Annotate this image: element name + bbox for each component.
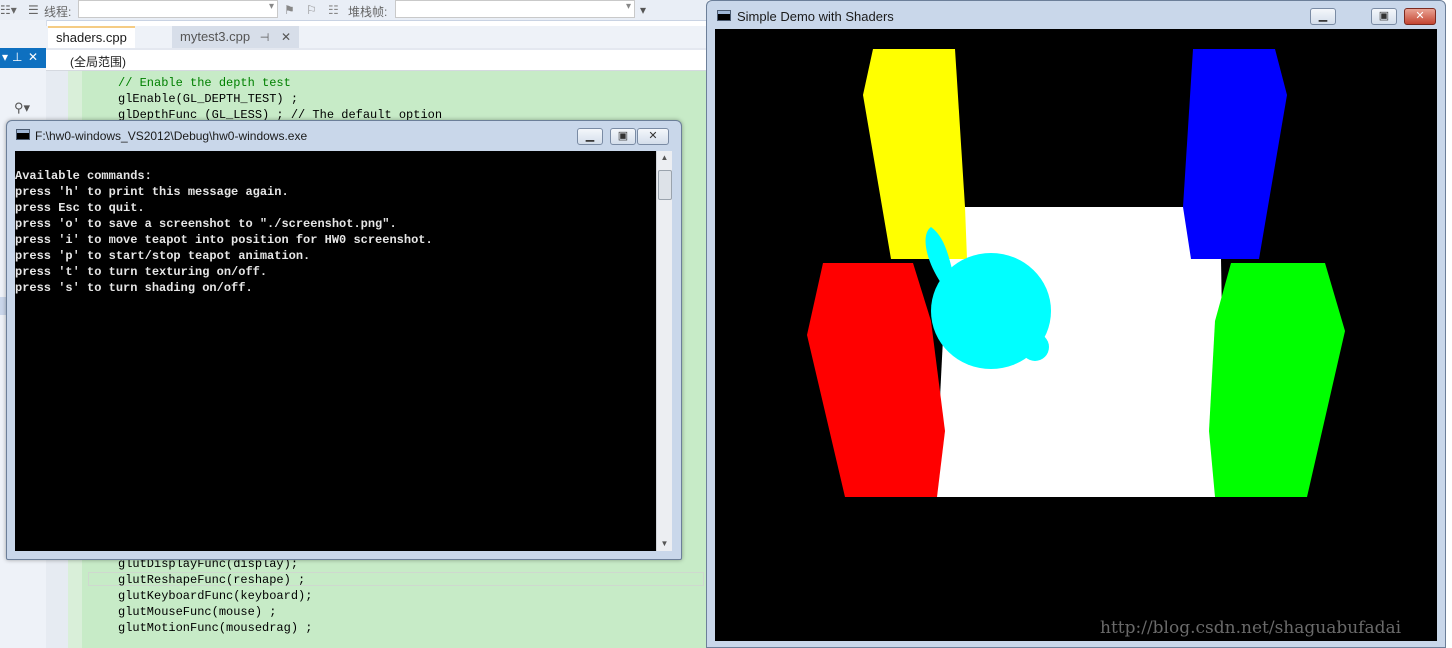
console-line: press 'o' to save a screenshot to "./scr… — [15, 217, 397, 231]
console-line: press Esc to quit. — [15, 201, 145, 215]
thread-icon: ☰ — [28, 3, 39, 17]
close-icon[interactable]: ✕ — [28, 50, 38, 64]
minimize-button[interactable]: ▁ — [577, 128, 603, 145]
close-icon: ✕ — [1415, 10, 1425, 22]
solution-explorer-tab[interactable]: ▾ ⊥ ✕ — [0, 48, 46, 68]
code-line: glutMotionFunc(mousedrag) ; — [118, 621, 313, 635]
close-button[interactable]: ✕ — [637, 128, 669, 145]
stackframe-combo[interactable] — [395, 0, 635, 18]
flag-icon[interactable]: ⚑ — [284, 3, 295, 17]
console-output[interactable]: Available commands: press 'h' to print t… — [15, 151, 656, 551]
minimize-icon: ▁ — [585, 130, 595, 142]
maximize-button[interactable]: ▣ — [610, 128, 636, 145]
scope-dropdown[interactable]: (全局范围) — [46, 50, 708, 71]
close-button[interactable]: ✕ — [1404, 8, 1436, 25]
stackframe-label: 堆栈帧: — [348, 5, 388, 19]
gl-window-title: Simple Demo with Shaders — [737, 9, 894, 24]
code-line: glutMouseFunc(mouse) ; — [118, 605, 277, 619]
scope-label: (全局范围) — [70, 55, 126, 69]
code-line: glutKeyboardFunc(keyboard); — [118, 589, 313, 603]
toolbar-overflow-icon[interactable]: ▾ — [640, 3, 646, 17]
gl-viewport[interactable] — [715, 29, 1437, 641]
gl-scene — [715, 29, 1437, 641]
console-scrollbar[interactable]: ▲ ▼ — [656, 151, 672, 551]
stack-icon: ☷ — [328, 3, 339, 17]
editor-tabs: shaders.cpp mytest3.cpp ⊣ ✕ — [46, 26, 708, 50]
code-line: glEnable(GL_DEPTH_TEST) ; — [118, 92, 299, 106]
watermark: http://blog.csdn.net/shaguabufadai — [1100, 618, 1402, 638]
console-line: press 't' to turn texturing on/off. — [15, 265, 268, 279]
thread-combo[interactable] — [78, 0, 278, 18]
maximize-button[interactable]: ▣ — [1371, 8, 1397, 25]
pin-icon[interactable]: ⊣ — [260, 32, 270, 44]
ide-toolbar: ☷▾ ☰ 线程: ⚑ ⚐ ☷ 堆栈帧: ▾ — [0, 0, 708, 21]
minimize-button[interactable]: ▁ — [1310, 8, 1336, 25]
gl-demo-window[interactable]: Simple Demo with Shaders ▁ ▣ ✕ — [706, 0, 1446, 648]
flag-filter-icon[interactable]: ⚐ — [306, 3, 317, 17]
console-line: press 'i' to move teapot into position f… — [15, 233, 433, 247]
process-icon[interactable]: ☷▾ — [0, 3, 17, 17]
code-line: glutReshapeFunc(reshape) ; — [118, 573, 306, 587]
close-icon: ✕ — [648, 130, 658, 142]
close-icon[interactable]: ✕ — [281, 30, 291, 44]
scroll-down-icon[interactable]: ▼ — [657, 537, 672, 551]
tab-shaders-cpp[interactable]: shaders.cpp — [48, 26, 135, 50]
console-line: Available commands: — [15, 169, 152, 183]
scroll-thumb[interactable] — [658, 170, 672, 200]
gl-app-icon[interactable] — [717, 10, 731, 21]
console-app-icon[interactable] — [16, 129, 30, 140]
scroll-up-icon[interactable]: ▲ — [657, 151, 672, 165]
tab-label: mytest3.cpp — [180, 29, 251, 44]
console-title: F:\hw0-windows_VS2012\Debug\hw0-windows.… — [35, 129, 308, 143]
pin-icon[interactable]: ⊥ — [12, 50, 22, 64]
dropdown-icon[interactable]: ▾ — [2, 50, 8, 64]
console-line: press 'h' to print this message again. — [15, 185, 289, 199]
thread-label: 线程: — [44, 5, 72, 19]
console-line: press 's' to turn shading on/off. — [15, 281, 253, 295]
tab-mytest3-cpp[interactable]: mytest3.cpp ⊣ ✕ — [172, 26, 299, 48]
minimize-icon: ▁ — [1318, 10, 1328, 22]
console-titlebar[interactable]: F:\hw0-windows_VS2012\Debug\hw0-windows.… — [7, 121, 681, 149]
maximize-icon: ▣ — [617, 130, 629, 142]
search-icon[interactable]: ⚲▾ — [14, 100, 30, 116]
tab-label: shaders.cpp — [56, 30, 127, 45]
maximize-icon: ▣ — [1378, 10, 1390, 22]
console-window[interactable]: F:\hw0-windows_VS2012\Debug\hw0-windows.… — [6, 120, 682, 560]
console-line: press 'p' to start/stop teapot animation… — [15, 249, 311, 263]
code-line: // Enable the depth test — [118, 76, 291, 90]
